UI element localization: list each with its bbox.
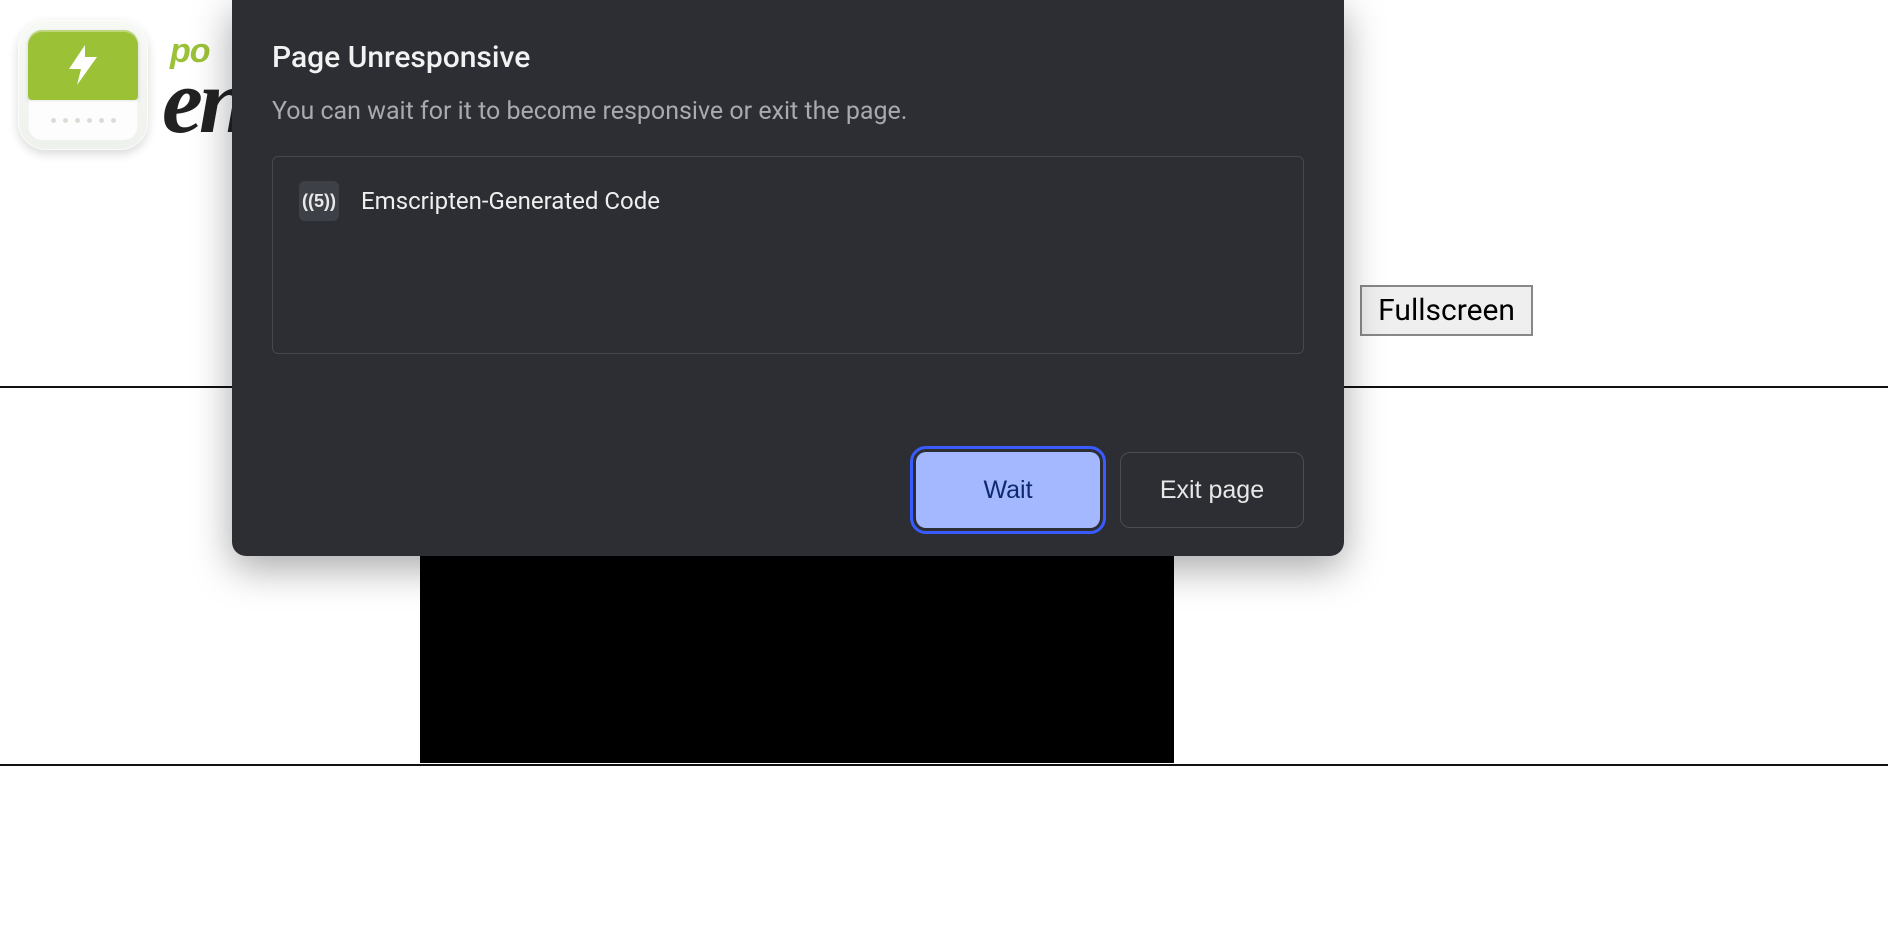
dialog-body: ((5)) Emscripten-Generated Code	[272, 156, 1304, 354]
fullscreen-button[interactable]: Fullscreen	[1360, 285, 1533, 336]
dialog-subtitle: You can wait for it to become responsive…	[272, 97, 1304, 126]
dialog-actions: Wait Exit page	[272, 422, 1304, 528]
page-favicon-icon: ((5))	[299, 181, 339, 221]
emscripten-logo-icon	[18, 20, 148, 150]
app-logo-block: po en	[18, 20, 246, 150]
dialog-title: Page Unresponsive	[272, 40, 1304, 75]
logo-dots-row	[28, 100, 138, 140]
background-page: po en Fullscreen Page Unresponsive You c…	[0, 0, 1888, 936]
page-unresponsive-dialog: Page Unresponsive You can wait for it to…	[232, 0, 1344, 556]
unresponsive-page-row: ((5)) Emscripten-Generated Code	[299, 181, 1277, 221]
unresponsive-page-label: Emscripten-Generated Code	[361, 187, 660, 215]
divider-bottom	[0, 764, 1888, 766]
exit-page-button[interactable]: Exit page	[1120, 452, 1304, 528]
bolt-icon	[28, 30, 138, 100]
wait-button[interactable]: Wait	[916, 452, 1100, 528]
